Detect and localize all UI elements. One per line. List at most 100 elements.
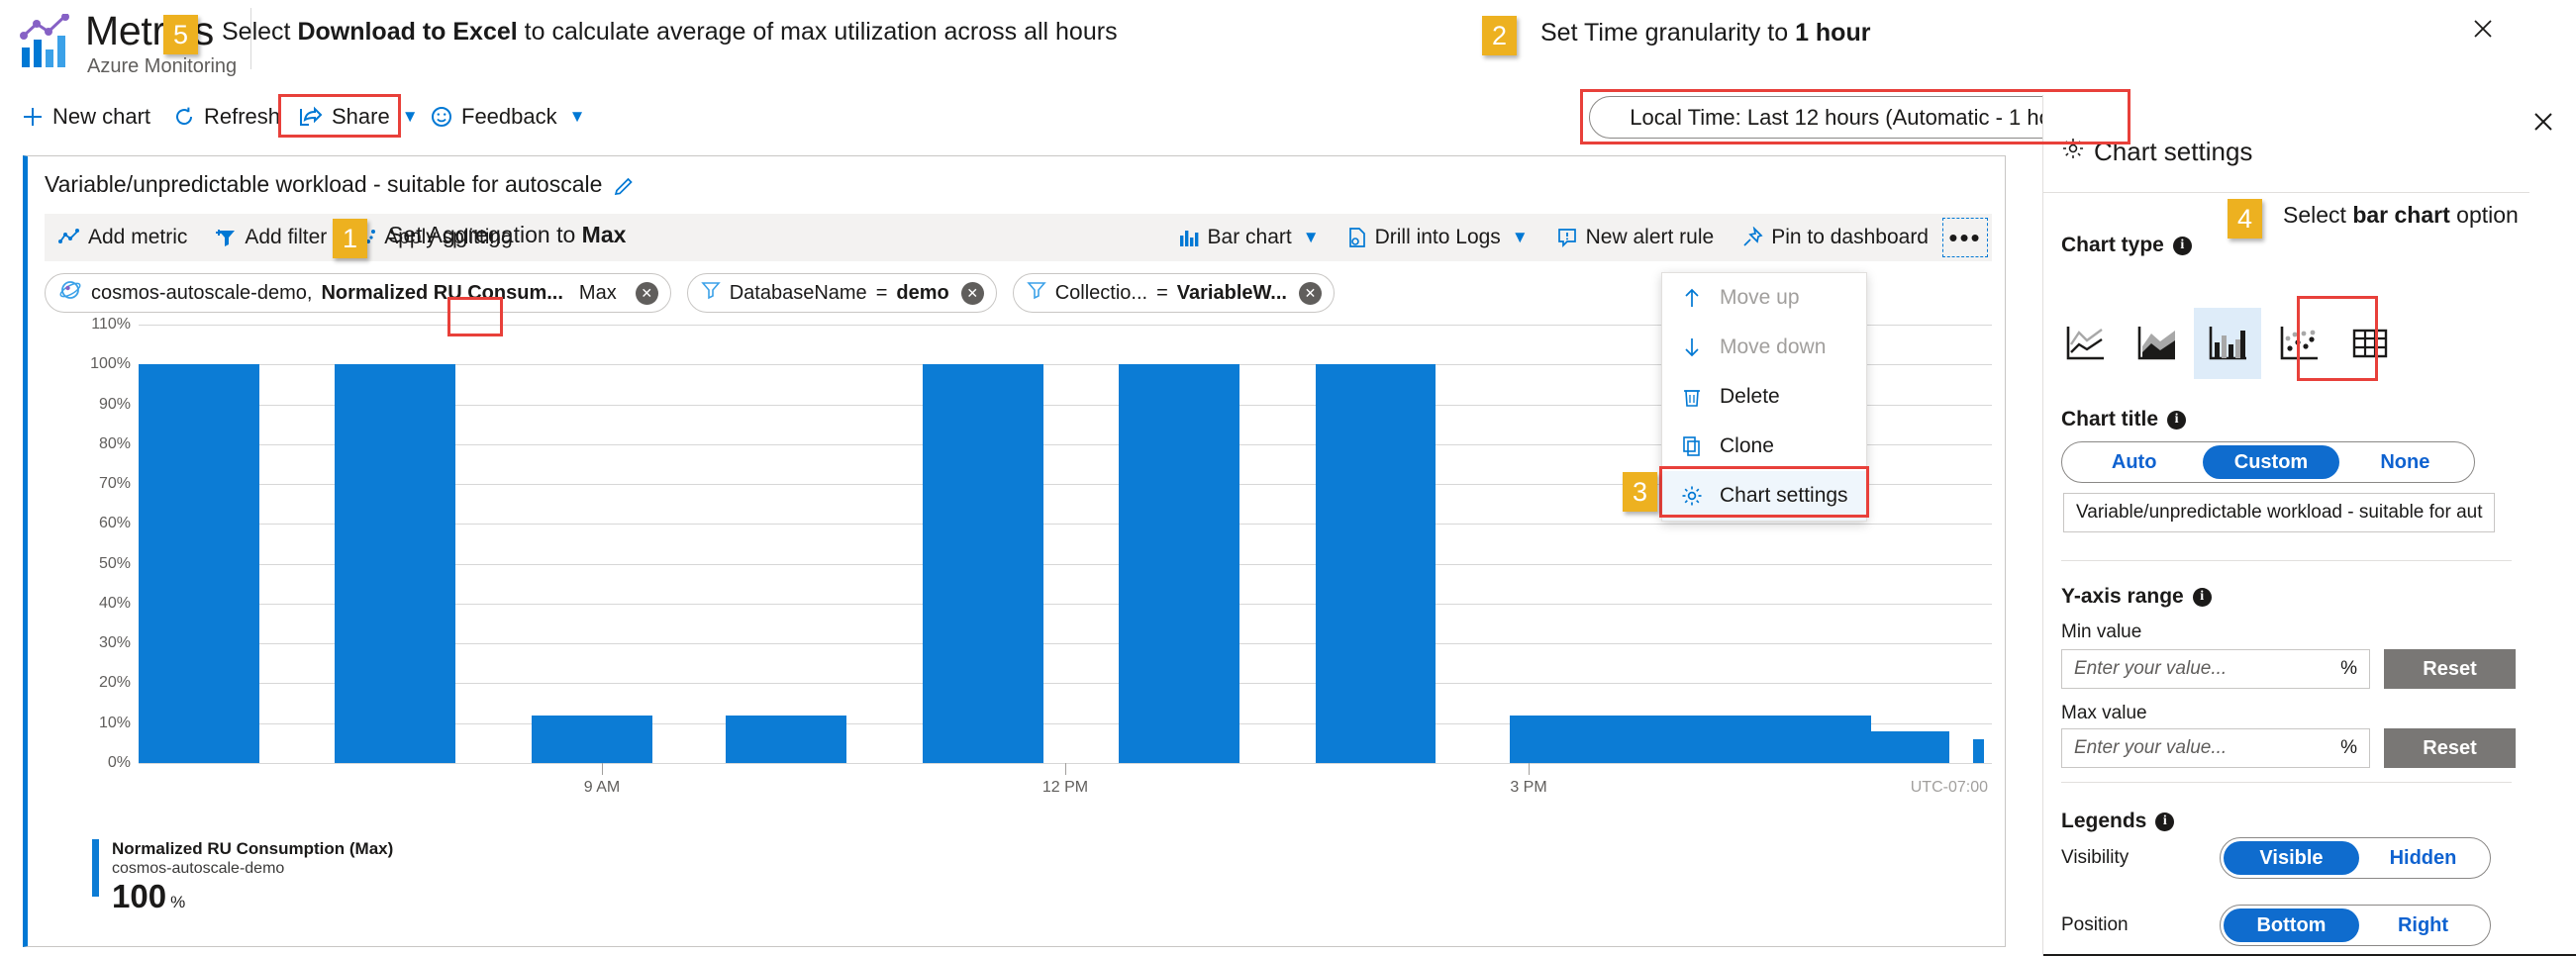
chart-bar[interactable]: [1973, 739, 1984, 763]
new-alert-rule-button[interactable]: New alert rule: [1542, 218, 1729, 257]
y-axis-tick-label: 30%: [99, 634, 131, 652]
context-menu-label: Clone: [1720, 434, 1774, 458]
chip-close-icon[interactable]: ✕: [636, 282, 658, 305]
legends-section-label: Legends i: [2061, 810, 2174, 833]
chart-type-button[interactable]: Bar chart ▼: [1164, 218, 1334, 257]
context-menu-item-chart-settings[interactable]: Chart settings: [1662, 471, 1866, 521]
yaxis-range-label-text: Y-axis range: [2061, 585, 2184, 609]
x-axis-tick: [602, 763, 603, 775]
chip-close-icon[interactable]: ✕: [961, 282, 984, 305]
filter-chip-collection[interactable]: Collectio... = VariableW... ✕: [1013, 273, 1335, 313]
yaxis-max-label: Max value: [2061, 703, 2147, 724]
yaxis-min-input[interactable]: Enter your value... %: [2061, 649, 2370, 689]
callout-badge-3: 3: [1623, 472, 1657, 512]
chevron-down-icon: ▼: [402, 107, 419, 127]
chart-type-option-area[interactable]: [2123, 308, 2190, 379]
settings-panel-close-button[interactable]: [2532, 111, 2554, 138]
chip-close-icon[interactable]: ✕: [1299, 282, 1322, 305]
chart-bar[interactable]: [1316, 364, 1437, 763]
line-chart-icon: [2062, 323, 2108, 364]
info-icon[interactable]: i: [2173, 237, 2192, 255]
chart-bar[interactable]: [1869, 731, 1948, 763]
chart-type-option-line[interactable]: [2051, 308, 2119, 379]
chart-title-mode-auto[interactable]: Auto: [2065, 445, 2203, 479]
legend-series-name: Normalized RU Consumption (Max): [112, 839, 393, 859]
add-filter-button[interactable]: Add filter: [201, 218, 341, 257]
trash-icon: [1680, 386, 1704, 408]
chart-bar[interactable]: [1119, 364, 1239, 763]
new-alert-rule-label: New alert rule: [1586, 226, 1715, 249]
legend-visibility-visible[interactable]: Visible: [2224, 841, 2359, 875]
chart-type-option-grid[interactable]: [2336, 308, 2404, 379]
legend-position-toggle: Bottom Right: [2220, 905, 2491, 946]
chart-legend[interactable]: Normalized RU Consumption (Max) cosmos-a…: [92, 839, 393, 912]
yaxis-max-reset-button[interactable]: Reset: [2384, 728, 2516, 768]
context-menu-item-move-up[interactable]: Move up: [1662, 273, 1866, 323]
smiley-icon: [431, 106, 452, 128]
x-axis-tick: [1529, 763, 1530, 775]
pin-to-dashboard-button[interactable]: Pin to dashboard: [1728, 218, 1942, 257]
drill-into-logs-button[interactable]: Drill into Logs ▼: [1334, 218, 1542, 257]
x-axis-tick: [1065, 763, 1066, 775]
chart-bar[interactable]: [139, 364, 259, 763]
legend-position-right[interactable]: Right: [2359, 908, 2487, 942]
info-icon[interactable]: i: [2155, 813, 2174, 831]
pencil-icon[interactable]: [614, 174, 636, 196]
context-menu-item-delete[interactable]: Delete: [1662, 372, 1866, 422]
chart-title-mode-custom[interactable]: Custom: [2203, 445, 2338, 479]
legend-color-swatch: [92, 839, 99, 897]
callout-text-1: Set Aggregation to Max: [388, 222, 626, 248]
chart-bar[interactable]: [726, 716, 846, 763]
add-filter-icon: [215, 228, 237, 247]
settings-panel-title-text: Chart settings: [2094, 137, 2252, 167]
share-icon: [299, 106, 323, 128]
chart-bar[interactable]: [335, 364, 455, 763]
chevron-down-icon: ▼: [1512, 228, 1529, 247]
filter-chip-dimension: Collectio...: [1055, 282, 1147, 305]
yaxis-max-input[interactable]: Enter your value... %: [2061, 728, 2370, 768]
metrics-chart-icon: [18, 14, 75, 71]
share-button[interactable]: Share ▼: [289, 96, 429, 138]
info-icon[interactable]: i: [2167, 411, 2186, 430]
chevron-down-icon: ▼: [569, 107, 586, 127]
callout-badge-5: 5: [163, 15, 198, 54]
arrow-down-icon: [1680, 336, 1704, 358]
chart-bar[interactable]: [923, 364, 1043, 763]
yaxis-min-label: Min value: [2061, 621, 2141, 643]
filter-chip-dimension: DatabaseName: [730, 282, 867, 305]
yaxis-min-reset-button[interactable]: Reset: [2384, 649, 2516, 689]
info-icon[interactable]: i: [2193, 588, 2212, 607]
chart-type-option-scatter[interactable]: [2265, 308, 2332, 379]
yaxis-min-placeholder: Enter your value...: [2074, 658, 2227, 680]
context-menu-item-clone[interactable]: Clone: [1662, 422, 1866, 471]
window-close-button[interactable]: [2462, 12, 2504, 46]
new-chart-button[interactable]: New chart: [12, 96, 160, 138]
callout-text-4: Select bar chart option: [2283, 202, 2519, 229]
chart-type-section-label: Chart type i: [2061, 234, 2192, 257]
filter-chip-database[interactable]: DatabaseName = demo ✕: [687, 273, 997, 313]
add-metric-button[interactable]: Add metric: [45, 218, 201, 257]
context-menu-item-move-down[interactable]: Move down: [1662, 323, 1866, 372]
chart-title-input[interactable]: Variable/unpredictable workload - suitab…: [2063, 493, 2495, 532]
chart-title-mode-none[interactable]: None: [2339, 445, 2471, 479]
refresh-button[interactable]: Refresh: [163, 96, 290, 138]
more-options-button[interactable]: •••: [1942, 218, 1988, 257]
time-range-picker[interactable]: Local Time: Last 12 hours (Automatic - 1…: [1589, 96, 2119, 139]
chart-title-input-value: Variable/unpredictable workload - suitab…: [2076, 502, 2483, 524]
chart-bar[interactable]: [1631, 716, 1751, 763]
chart-bar[interactable]: [1751, 716, 1872, 763]
legend-position-bottom[interactable]: Bottom: [2224, 908, 2359, 942]
metric-chip[interactable]: cosmos-autoscale-demo, Normalized RU Con…: [45, 273, 671, 313]
chart-bar[interactable]: [532, 716, 652, 763]
y-axis-tick-label: 80%: [99, 435, 131, 453]
chart-bar[interactable]: [1510, 716, 1631, 763]
y-axis-tick-label: 60%: [99, 515, 131, 532]
metric-chip-aggregation[interactable]: Max: [572, 280, 624, 307]
chevron-down-icon: ▼: [1303, 228, 1320, 247]
chart-type-option-bar[interactable]: [2194, 308, 2261, 379]
context-menu-label: Delete: [1720, 385, 1780, 409]
feedback-button[interactable]: Feedback ▼: [421, 96, 595, 138]
legend-visibility-hidden[interactable]: Hidden: [2359, 841, 2487, 875]
refresh-icon: [173, 106, 195, 128]
legend-latest-value: 100: [112, 880, 166, 912]
